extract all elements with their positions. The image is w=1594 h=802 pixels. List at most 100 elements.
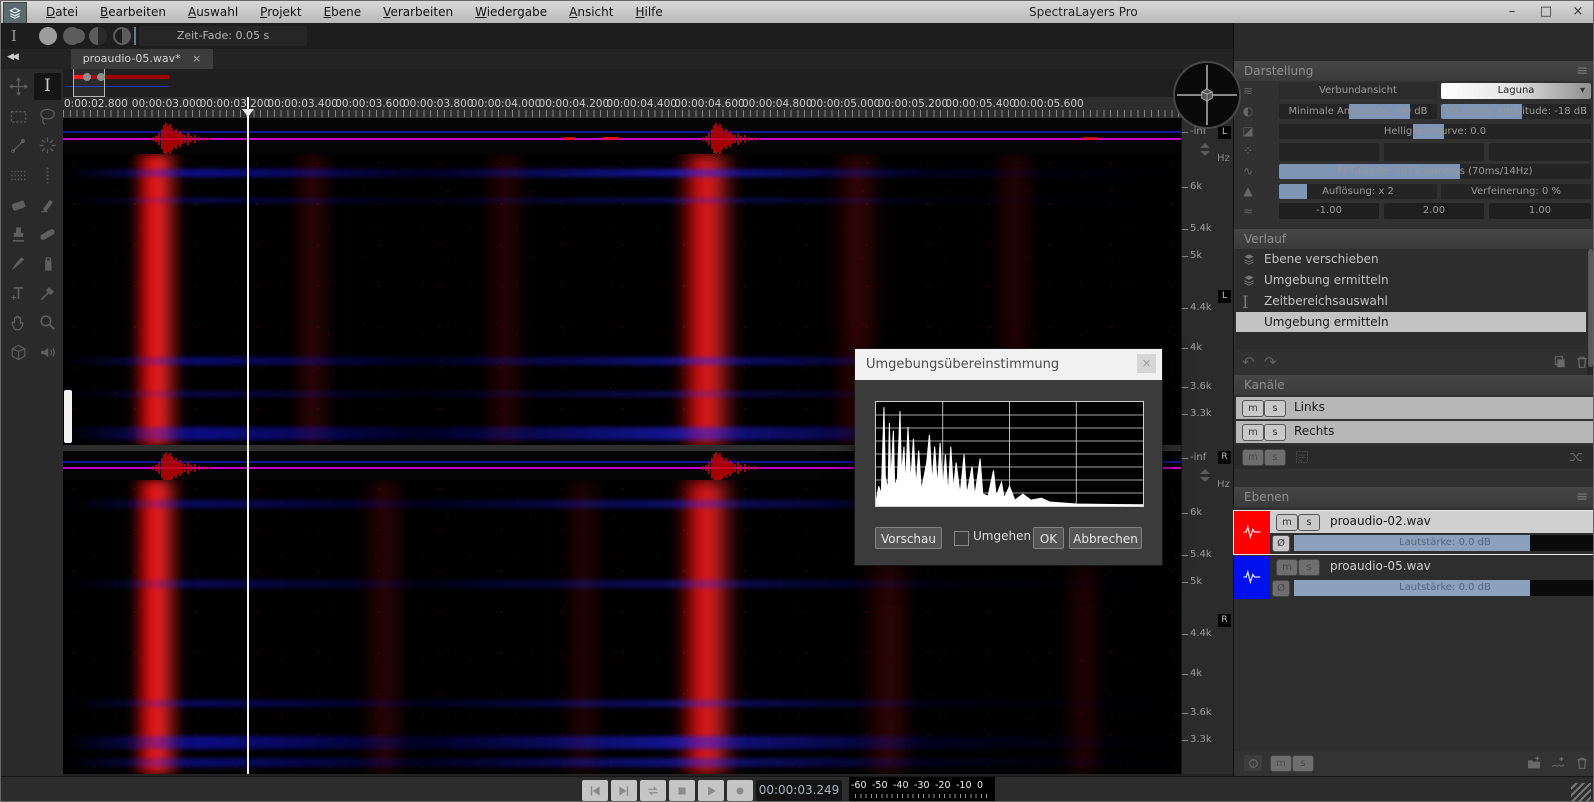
tab-close-icon[interactable]: × [192,52,201,65]
section-header-ebenen[interactable]: Ebenen ≡ [1234,487,1594,507]
peak-triangle-icon[interactable]: ▲ [1240,183,1256,199]
layer-name-row[interactable]: msproaudio-02.wav [1270,511,1594,533]
tool-spray[interactable] [34,250,61,277]
record-button[interactable] [727,780,753,801]
tool-eraser[interactable] [5,191,32,218]
scale-value-field[interactable]: 1.00 [1489,203,1591,219]
composite-view-button[interactable]: Verbundansicht [1279,83,1437,99]
layer-solo-button[interactable]: s [1298,514,1320,531]
resolution-field[interactable]: Auflösung: x 2 [1279,184,1437,199]
volume-slider[interactable]: Lautstärke: 0.0 dB [1294,580,1594,596]
history-item[interactable]: Umgebung ermitteln [1236,312,1586,332]
layer-mute-button[interactable]: m [1276,514,1298,531]
preview-button[interactable]: Vorschau [875,527,942,549]
section-header-darstellung[interactable]: Darstellung ≡ [1234,61,1594,81]
tool-lasso-selection[interactable] [34,103,61,130]
tool-pen-selection[interactable] [5,132,32,159]
gradient-icon[interactable]: ◪ [1240,123,1256,139]
playhead-marker-icon[interactable] [242,109,254,117]
contrast-icon[interactable]: ◐ [1240,103,1256,119]
max-amplitude-field[interactable]: Maximale Amplitude: -18 dB [1441,104,1591,119]
bypass-checkbox[interactable] [954,531,969,546]
mute-button[interactable]: m [1242,400,1264,417]
crossfade-icon[interactable] [1568,449,1584,469]
tool-picker[interactable] [34,280,61,307]
phase-invert-button[interactable]: Ø [1272,535,1290,552]
tool-brush[interactable] [5,250,32,277]
layer-row[interactable]: msproaudio-02.wav ØLautstärke: 0.0 dB [1234,511,1594,554]
solo-button[interactable]: s [1264,400,1286,417]
tool-wand-selection[interactable] [34,132,61,159]
dialog-title-bar[interactable]: Umgebungsübereinstimmung [855,349,1162,380]
dialog-close-button[interactable]: × [1137,354,1156,373]
menu-datei[interactable]: Datei [35,1,89,23]
channel-row[interactable]: msLinks [1236,397,1594,419]
tool-clone-stamp[interactable] [5,221,32,248]
phase-invert-button[interactable]: Ø [1272,580,1290,597]
time-display[interactable]: 00:00:03.249 [756,780,842,801]
display-option-box-3[interactable] [1489,143,1591,161]
display-option-box-2[interactable] [1384,143,1484,161]
menu-projekt[interactable]: Projekt [249,1,312,23]
layer-thumbnail[interactable] [1234,511,1270,554]
collapse-sidebar-icon[interactable]: ◀◀ [7,52,17,62]
scale-down-arrow[interactable] [1200,477,1210,482]
selection-list-icon[interactable] [1294,449,1310,469]
layer-row[interactable]: msproaudio-05.wav ØLautstärke: 0.0 dB [1234,556,1594,599]
tool-time-selection[interactable]: I [34,73,61,100]
fft-size-field[interactable]: FFT-Größe: 3072 samples (70ms/14Hz) [1279,164,1591,179]
go-to-start-button[interactable] [582,780,608,801]
playhead-cursor[interactable] [247,97,249,774]
history-item[interactable]: Ebene verschieben [1236,249,1586,269]
copy-state-icon[interactable] [1552,354,1568,374]
minimize-button[interactable]: – [1497,1,1527,23]
dots-icon[interactable]: ⁘ [1240,143,1256,159]
tool-hand[interactable] [5,309,32,336]
volume-slider[interactable]: Lautstärke: 0.0 dB [1294,535,1594,551]
section-menu-icon[interactable]: ≡ [1576,61,1588,81]
tool-marker[interactable] [34,191,61,218]
delete-layer-icon[interactable] [1574,755,1590,775]
redo-icon[interactable]: ↷ [1264,353,1277,371]
frequency-scale[interactable]: -inf6k5.4k5k4.4k4k3.6k3.3kLLHz-inf6k5.4k… [1181,69,1234,774]
overview-handle-left[interactable] [83,73,91,81]
menu-auswahl[interactable]: Auswahl [177,1,249,23]
selection-mode-subtract-icon[interactable] [89,27,107,45]
cancel-button[interactable]: Abbrechen [1069,527,1142,549]
solo-all-button[interactable]: s [1264,449,1286,466]
layer-solo-button[interactable]: s [1292,755,1314,772]
new-layer-icon[interactable] [1550,755,1566,775]
layer-mute-button[interactable]: m [1270,755,1292,772]
selection-mode-replace-icon[interactable] [39,27,57,45]
scale-up-arrow[interactable] [1200,469,1210,474]
undo-icon[interactable]: ↶ [1242,353,1255,371]
menu-ebene[interactable]: Ebene [313,1,373,23]
layer-name-row[interactable]: msproaudio-05.wav [1270,556,1594,578]
frequency-scrollbar-thumb[interactable] [64,390,72,443]
selection-mode-add-icon[interactable] [63,27,81,45]
go-to-end-button[interactable] [611,780,637,801]
resize-grip[interactable] [1571,783,1591,801]
selection-mode-intersect-icon[interactable] [113,27,131,45]
section-header-verlauf[interactable]: Verlauf [1234,229,1594,249]
eq-wave-icon[interactable]: ≈ [1240,203,1256,219]
stop-button[interactable] [669,780,695,801]
display-option-box-1[interactable] [1279,143,1379,161]
layer-mute-button[interactable]: m [1276,559,1298,576]
menu-verarbeiten[interactable]: Verarbeiten [372,1,464,23]
gamma-value-field[interactable]: -1.00 [1279,203,1379,219]
trash-icon[interactable] [1574,354,1590,374]
colormap-dropdown[interactable]: Laguna ▾ [1441,83,1591,99]
new-group-icon[interactable] [1526,755,1542,775]
section-menu-icon[interactable]: ≡ [1576,487,1588,507]
mute-button[interactable]: m [1242,424,1264,441]
overview-handle-right[interactable] [97,73,105,81]
tool-speaker[interactable] [34,339,61,366]
scale-down-arrow[interactable] [1200,151,1210,156]
brightness-field[interactable]: Helligkeitskurve: 0.0 [1279,124,1591,139]
close-button[interactable]: × [1563,1,1593,23]
solo-button[interactable]: s [1264,424,1286,441]
tool-move[interactable] [5,73,32,100]
history-scrollbar-thumb[interactable] [1588,249,1593,367]
blend-mode-icon[interactable] [1244,755,1262,771]
